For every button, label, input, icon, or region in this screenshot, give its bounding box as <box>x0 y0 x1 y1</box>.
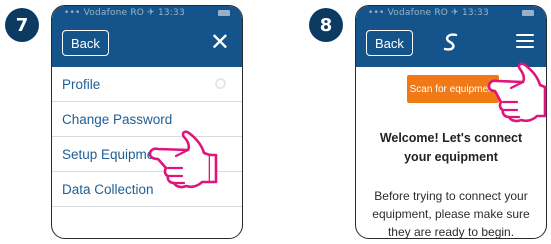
battery-icon <box>218 10 230 16</box>
status-bar: ••• Vodafone RO ✈ 13:33 <box>52 6 242 20</box>
step-7-badge: 7 <box>5 8 39 42</box>
menu-item-label: Profile <box>62 76 101 92</box>
instructions-text: Before trying to connect your equipment,… <box>372 189 530 239</box>
back-button[interactable]: Back <box>366 30 413 56</box>
menu-item-label: Data Collection <box>62 181 154 197</box>
menu-item-label: Change Password <box>62 111 173 127</box>
battery-icon <box>522 10 534 16</box>
close-icon[interactable]: ✕ <box>210 28 230 56</box>
pointer-hand-icon <box>487 62 547 123</box>
step-8-badge: 8 <box>309 8 343 42</box>
welcome-heading: Welcome! Let's connect your equipment <box>379 131 523 164</box>
status-text: ••• Vodafone RO ✈ 13:33 <box>64 8 185 18</box>
brand-logo-icon <box>443 33 458 51</box>
scan-for-equipment-button[interactable]: Scan for equipment <box>407 75 499 103</box>
top-nav-bar: Back ✕ <box>52 20 242 67</box>
hamburger-menu-icon[interactable] <box>516 34 534 48</box>
gear-icon <box>215 78 226 89</box>
pointer-hand-icon <box>148 130 218 189</box>
phone-screen-settings-menu: ••• Vodafone RO ✈ 13:33 Back ✕ Profile C… <box>51 5 243 239</box>
back-button[interactable]: Back <box>62 30 109 56</box>
status-bar: ••• Vodafone RO ✈ 13:33 <box>356 6 546 20</box>
menu-item-profile[interactable]: Profile <box>52 67 242 102</box>
step-number: 8 <box>319 14 333 36</box>
status-text: ••• Vodafone RO ✈ 13:33 <box>368 8 489 18</box>
step-number: 7 <box>15 14 29 36</box>
